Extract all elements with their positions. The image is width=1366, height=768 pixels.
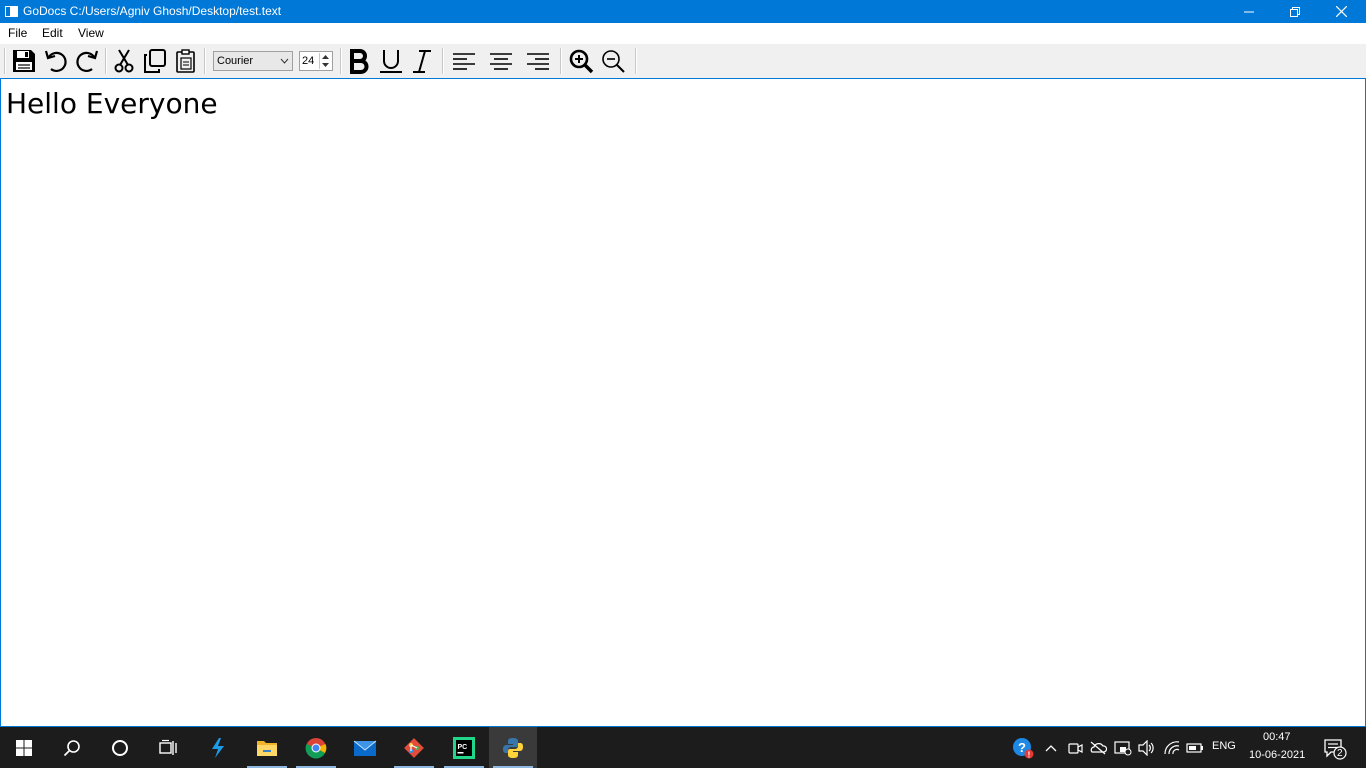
task-view-icon <box>159 739 177 755</box>
zoom-out-button[interactable] <box>599 47 627 75</box>
align-right-button[interactable] <box>524 47 552 75</box>
bold-button[interactable] <box>345 47 373 75</box>
font-size-stepper[interactable] <box>319 53 331 69</box>
restore-button[interactable] <box>1272 0 1318 23</box>
pycharm-icon: PC <box>453 736 475 759</box>
save-button[interactable] <box>10 47 38 75</box>
pycharm-button[interactable]: PC <box>440 727 488 768</box>
bold-icon <box>350 49 369 74</box>
python-icon <box>503 737 523 758</box>
paste-icon <box>176 49 195 73</box>
italic-button[interactable] <box>408 47 436 75</box>
close-icon <box>1335 6 1347 17</box>
font-family-select[interactable]: Courier <box>213 51 293 71</box>
minimize-icon <box>1244 11 1254 12</box>
copy-button[interactable] <box>141 47 169 75</box>
menu-file[interactable]: File <box>8 26 27 41</box>
close-button[interactable] <box>1318 0 1364 23</box>
network-tray-button[interactable] <box>1163 739 1181 757</box>
meet-now-icon <box>1068 743 1083 754</box>
align-left-icon <box>453 53 475 70</box>
title-bar[interactable]: GoDocs C:/Users/Agniv Ghosh/Desktop/test… <box>0 0 1366 23</box>
zoom-in-button[interactable] <box>567 47 595 75</box>
copy-icon <box>144 49 166 73</box>
action-center-button[interactable] <box>1323 738 1347 760</box>
file-explorer-button[interactable] <box>243 727 291 768</box>
volume-icon <box>1138 740 1154 756</box>
cortana-icon <box>112 739 128 756</box>
cut-icon <box>114 49 134 73</box>
font-family-value: Courier <box>217 55 254 67</box>
toolbar-grip <box>4 48 5 74</box>
minimize-button[interactable] <box>1226 0 1272 23</box>
start-button[interactable] <box>0 727 48 768</box>
visual-studio-button[interactable] <box>194 727 242 768</box>
zoom-in-icon <box>569 49 594 74</box>
menu-edit[interactable]: Edit <box>42 26 63 41</box>
italic-icon <box>413 50 431 73</box>
svg-text:!: ! <box>1028 750 1031 759</box>
taskbar: PC ? ! ENG 00:47 10-06-2021 2 <box>0 727 1366 768</box>
volume-tray-button[interactable] <box>1138 739 1156 757</box>
chrome-button[interactable] <box>292 727 340 768</box>
undo-icon <box>44 50 67 72</box>
visual-studio-icon <box>212 737 224 758</box>
notifications-icon <box>1324 739 1347 760</box>
underline-button[interactable] <box>377 47 405 75</box>
align-center-button[interactable] <box>487 47 515 75</box>
search-icon <box>63 739 80 756</box>
paste-button[interactable] <box>172 47 200 75</box>
text-editor[interactable]: Hello Everyone <box>0 78 1366 727</box>
underline-icon <box>380 50 402 73</box>
toolbar: Courier 24 <box>0 44 1366 78</box>
search-button[interactable] <box>48 727 96 768</box>
battery-tray-button[interactable] <box>1186 739 1204 757</box>
save-icon <box>13 50 35 72</box>
help-icon: ? ! <box>1013 738 1034 759</box>
zoom-out-icon <box>602 50 625 73</box>
font-size-spinbox[interactable]: 24 <box>299 51 333 71</box>
svg-text:PC: PC <box>458 744 468 751</box>
undo-button[interactable] <box>42 47 70 75</box>
align-center-icon <box>490 53 512 70</box>
menu-view[interactable]: View <box>78 26 104 41</box>
clock-date[interactable]: 10-06-2021 <box>1249 749 1305 761</box>
chevron-up-icon <box>1045 745 1057 752</box>
chevron-down-icon <box>280 58 289 64</box>
align-left-button[interactable] <box>450 47 478 75</box>
font-size-value: 24 <box>302 55 315 67</box>
app-icon <box>4 4 19 19</box>
git-button[interactable] <box>390 727 438 768</box>
align-right-icon <box>527 53 549 70</box>
onedrive-tray-button[interactable] <box>1089 739 1107 757</box>
show-hidden-icons-button[interactable] <box>1042 739 1060 757</box>
notification-count: 2 <box>1337 748 1343 759</box>
mail-button[interactable] <box>341 727 389 768</box>
editor-content[interactable]: Hello Everyone <box>6 87 218 121</box>
redo-icon <box>76 50 99 72</box>
input-language[interactable]: ENG <box>1212 740 1236 752</box>
wifi-icon <box>1164 741 1180 755</box>
onedrive-offline-icon <box>1090 741 1107 755</box>
git-icon <box>404 737 424 758</box>
chrome-icon <box>305 737 327 759</box>
python-app-button[interactable] <box>489 727 537 768</box>
file-explorer-icon <box>257 740 277 756</box>
window-title: GoDocs C:/Users/Agniv Ghosh/Desktop/test… <box>23 4 282 18</box>
redo-button[interactable] <box>73 47 101 75</box>
restore-icon <box>1290 6 1300 17</box>
clock-time[interactable]: 00:47 <box>1263 731 1291 743</box>
security-tray-button[interactable] <box>1114 739 1132 757</box>
security-icon <box>1114 741 1132 756</box>
menu-bar: File Edit View <box>0 23 1366 44</box>
stepper-arrows-icon <box>322 55 329 67</box>
windows-start-icon <box>16 739 32 756</box>
task-view-button[interactable] <box>144 727 192 768</box>
help-tray-button[interactable]: ? ! <box>1012 737 1034 759</box>
battery-icon <box>1186 743 1203 753</box>
mail-icon <box>353 740 377 756</box>
cortana-button[interactable] <box>96 727 144 768</box>
meet-now-tray-button[interactable] <box>1066 739 1084 757</box>
cut-button[interactable] <box>110 47 138 75</box>
